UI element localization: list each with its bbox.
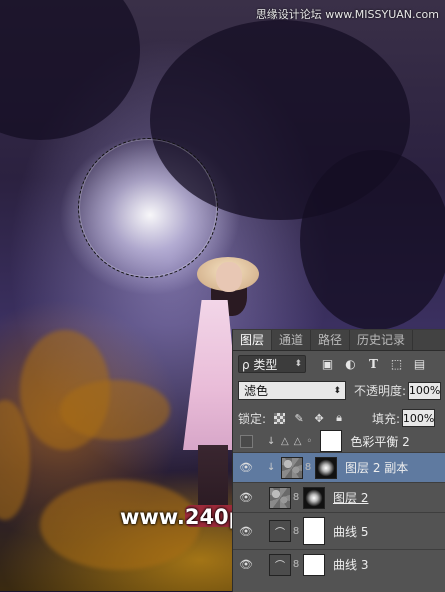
blend-mode-select[interactable]: 滤色 ⬍	[238, 381, 346, 400]
layer-row[interactable]: 👁︎ ⌒ 8 曲线 3	[233, 549, 445, 579]
layer-name[interactable]: 曲线 5	[333, 523, 368, 540]
pixel-layer-filter-icon[interactable]: ▣	[320, 357, 335, 372]
kind-filter-select[interactable]: ρ 类型 ⬍	[238, 355, 306, 373]
select-arrows-icon: ⬍	[333, 385, 341, 396]
girl-face	[216, 262, 242, 292]
layer-mask-thumbnail[interactable]	[303, 517, 325, 545]
lock-all-icon[interactable]: 🔒︎	[332, 411, 346, 425]
blend-row: 滤色 ⬍ 不透明度: 100%	[238, 380, 442, 401]
layer-name[interactable]: 图层 2 副本	[345, 459, 408, 476]
mask-link-icon[interactable]: 8	[292, 526, 300, 537]
elliptical-selection-marquee[interactable]	[78, 138, 218, 278]
autumn-leaves	[60, 380, 170, 440]
eye-icon[interactable]: 👁︎	[239, 461, 253, 474]
curves-adjustment-icon[interactable]: ⌒	[269, 553, 291, 576]
lock-row: 锁定: ✎ ✥ 🔒︎ 填充: 100%	[238, 408, 442, 428]
adjustment-layer-filter-icon[interactable]: ◐	[343, 357, 358, 372]
kind-filter-label: ρ 类型	[242, 357, 278, 372]
lock-transparent-pixels-icon[interactable]	[272, 411, 286, 425]
fill-label: 填充:	[372, 411, 401, 426]
layer-row[interactable]: 👁︎ ⌒ 8 曲线 5	[233, 512, 445, 549]
tab-history[interactable]: 历史记录	[350, 330, 414, 350]
layer-name[interactable]: 色彩平衡 2	[350, 433, 409, 450]
mask-link-icon[interactable]: 8	[304, 462, 312, 473]
mask-link-icon[interactable]: 8	[292, 559, 300, 570]
blend-mode-value: 滤色	[244, 384, 269, 398]
layer-row[interactable]: 👁︎ 8 图层 2	[233, 482, 445, 512]
shape-layer-filter-icon[interactable]: ⬚	[389, 357, 404, 372]
lock-label: 锁定:	[238, 411, 267, 426]
layers-panel: 图层 通道 路径 历史记录 ρ 类型 ⬍ ▣ ◐ T ⬚ ▤ 滤色 ⬍ 不透明度…	[232, 329, 445, 592]
layer-mask-thumbnail[interactable]	[320, 430, 343, 452]
clip-indicator-icon: ↓	[267, 462, 276, 473]
layer-name[interactable]: 曲线 3	[333, 556, 368, 573]
opacity-label: 不透明度:	[354, 384, 407, 398]
mask-link-icon[interactable]: 8	[292, 492, 300, 503]
select-arrows-icon: ⬍	[294, 359, 302, 369]
layer-row[interactable]: ↓ △ △ ◦ 色彩平衡 2	[233, 430, 445, 452]
panel-tabs: 图层 通道 路径 历史记录	[233, 330, 445, 351]
layer-name[interactable]: 图层 2	[333, 489, 368, 506]
tab-paths[interactable]: 路径	[311, 330, 351, 350]
fill-input[interactable]: 100%	[402, 409, 436, 427]
opacity-input[interactable]: 100%	[408, 381, 442, 400]
eye-icon[interactable]: 👁︎	[239, 491, 253, 504]
layer-filter-row: ρ 类型 ⬍ ▣ ◐ T ⬚ ▤	[238, 354, 442, 374]
smart-object-filter-icon[interactable]: ▤	[412, 357, 427, 372]
clip-indicator-icon: ↓	[267, 435, 276, 447]
eye-icon[interactable]: 👁︎	[239, 525, 253, 538]
tree-foliage	[300, 150, 445, 330]
watermark-top: 思缘设计论坛 www.MISSYUAN.com	[255, 8, 439, 21]
layer-mask-thumbnail[interactable]	[303, 486, 325, 509]
tab-layers[interactable]: 图层	[233, 330, 273, 350]
lock-image-pixels-icon[interactable]: ✎	[292, 411, 306, 425]
adjustment-icons: △ △ ◦	[281, 435, 313, 447]
lock-position-icon[interactable]: ✥	[312, 411, 326, 425]
layer-row-selected[interactable]: 👁︎ ↓ 8 图层 2 副本	[233, 452, 445, 482]
eye-icon[interactable]: 👁︎	[239, 558, 253, 571]
layer-mask-thumbnail[interactable]	[303, 553, 325, 576]
layer-mask-thumbnail[interactable]	[315, 456, 337, 479]
tree-foliage	[0, 0, 140, 140]
layer-thumbnail[interactable]	[281, 456, 303, 479]
type-layer-filter-icon[interactable]: T	[366, 357, 381, 372]
curves-adjustment-icon[interactable]: ⌒	[269, 520, 291, 542]
layers-list: ↓ △ △ ◦ 色彩平衡 2 👁︎ ↓ 8 图层 2 副本 👁︎ 8 图层 2 👁︎	[233, 430, 445, 579]
layer-thumbnail[interactable]	[269, 486, 291, 509]
tab-channels[interactable]: 通道	[272, 330, 312, 350]
visibility-toggle-off[interactable]	[240, 434, 253, 448]
